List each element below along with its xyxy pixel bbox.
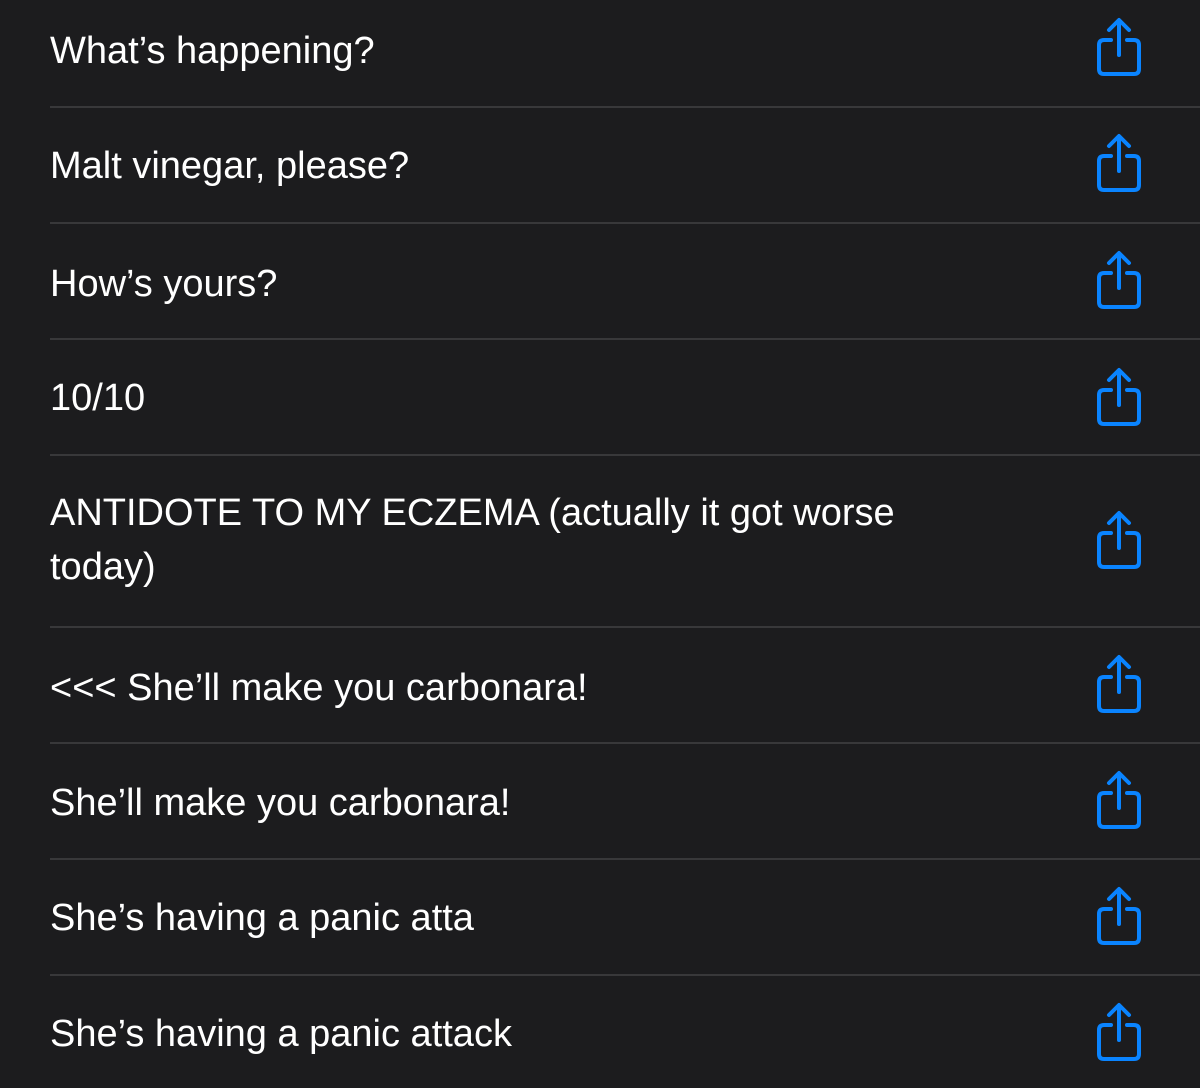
list-item-text: 10/10 bbox=[50, 377, 146, 419]
share-button[interactable] bbox=[1094, 16, 1144, 78]
list-item-text: She’ll make you carbonara! bbox=[50, 782, 511, 824]
list-item[interactable]: What’s happening? bbox=[0, 0, 1200, 108]
share-icon bbox=[1097, 887, 1141, 945]
share-button[interactable] bbox=[1094, 653, 1144, 715]
share-button[interactable] bbox=[1094, 132, 1144, 194]
share-button[interactable] bbox=[1094, 249, 1144, 311]
list-item[interactable]: <<< She’ll make you carbonara! bbox=[0, 628, 1200, 744]
list-item[interactable]: ANTIDOTE TO MY ECZEMA (actually it got w… bbox=[0, 456, 1200, 628]
list-item[interactable]: Malt vinegar, please? bbox=[0, 108, 1200, 224]
share-button[interactable] bbox=[1094, 509, 1144, 571]
list-item-text: How’s yours? bbox=[50, 263, 278, 305]
list-item[interactable]: She’s having a panic attack bbox=[0, 976, 1200, 1088]
share-button[interactable] bbox=[1094, 1001, 1144, 1063]
share-icon bbox=[1097, 251, 1141, 309]
share-icon bbox=[1097, 1003, 1141, 1061]
share-button[interactable] bbox=[1094, 366, 1144, 428]
share-button[interactable] bbox=[1094, 885, 1144, 947]
share-icon bbox=[1097, 511, 1141, 569]
share-icon bbox=[1097, 18, 1141, 76]
phrase-list: What’s happening? Malt vinegar, please? … bbox=[0, 0, 1200, 1088]
list-item-text: What’s happening? bbox=[50, 30, 375, 72]
list-item-text: She’s having a panic attack bbox=[50, 1013, 512, 1055]
list-item-text: Malt vinegar, please? bbox=[50, 145, 410, 187]
list-item[interactable]: 10/10 bbox=[0, 340, 1200, 456]
share-icon bbox=[1097, 368, 1141, 426]
list-item-text: She’s having a panic atta bbox=[50, 897, 474, 939]
share-button[interactable] bbox=[1094, 769, 1144, 831]
share-icon bbox=[1097, 134, 1141, 192]
list-item[interactable]: How’s yours? bbox=[0, 224, 1200, 340]
list-item[interactable]: She’ll make you carbonara! bbox=[0, 744, 1200, 860]
list-item[interactable]: She’s having a panic atta bbox=[0, 860, 1200, 976]
share-icon bbox=[1097, 655, 1141, 713]
share-icon bbox=[1097, 771, 1141, 829]
list-item-text: <<< She’ll make you carbonara! bbox=[50, 667, 588, 709]
list-item-text: ANTIDOTE TO MY ECZEMA (actually it got w… bbox=[50, 492, 895, 588]
